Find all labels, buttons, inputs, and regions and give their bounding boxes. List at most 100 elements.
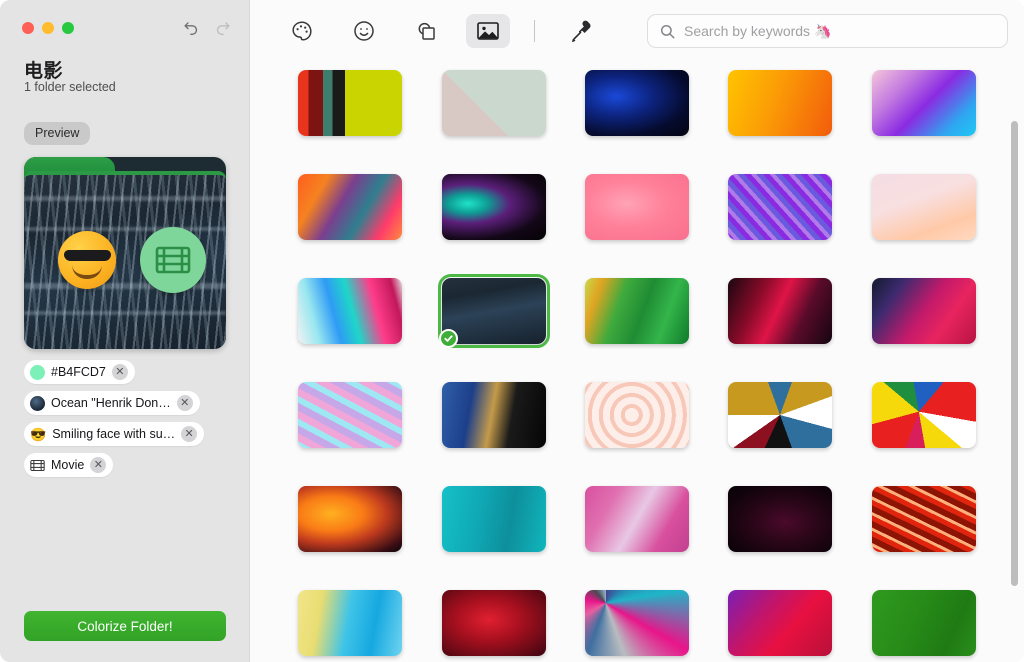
wallpaper-item[interactable] (572, 382, 702, 458)
wallpaper-item[interactable] (429, 70, 559, 146)
minimize-button[interactable] (42, 22, 54, 34)
search-bar[interactable] (647, 14, 1008, 48)
history-buttons (183, 18, 231, 35)
folder-body-shape (24, 171, 226, 349)
folder-artwork (24, 157, 226, 349)
sunglasses-emoji-icon: 😎 (30, 428, 46, 441)
main-panel (250, 0, 1024, 662)
pastel-marble-swirl[interactable] (298, 382, 402, 448)
crimson-streaks[interactable] (728, 278, 832, 344)
eyedropper-icon[interactable] (559, 14, 603, 48)
vertical-scrollbar[interactable] (1011, 74, 1018, 656)
pastel-diamond-tiles[interactable] (442, 70, 546, 136)
stripes-red-black-lime[interactable] (298, 70, 402, 136)
wave-band (24, 196, 226, 201)
film-badge-icon (140, 227, 206, 293)
undo-icon[interactable] (183, 18, 200, 35)
wallpaper-item[interactable] (572, 174, 702, 250)
wallpaper-item[interactable] (429, 174, 559, 250)
remove-tag-button[interactable]: ✕ (177, 395, 193, 411)
orange-gradient[interactable] (728, 70, 832, 136)
wallpaper-item[interactable] (715, 382, 845, 458)
wallpaper-item[interactable] (429, 590, 559, 662)
toolbar (250, 0, 1024, 62)
crimson-purple-gradient[interactable] (728, 590, 832, 656)
list-item[interactable]: #B4FCD7 ✕ (24, 360, 135, 384)
maximize-button[interactable] (62, 22, 74, 34)
wallpaper-item[interactable] (715, 70, 845, 146)
pink-watercolor[interactable] (585, 174, 689, 240)
wallpaper-item[interactable] (715, 174, 845, 250)
remove-tag-button[interactable]: ✕ (181, 426, 197, 442)
wave-band (24, 227, 226, 231)
list-item[interactable]: 😎 Smiling face with su… ✕ (24, 422, 204, 446)
purple-blue-wave[interactable] (872, 70, 976, 136)
red-velvet-waves[interactable] (442, 590, 546, 656)
deep-blue-ink[interactable] (585, 70, 689, 136)
wallpaper-item[interactable] (859, 174, 989, 250)
yellow-blue-marble[interactable] (298, 590, 402, 656)
orange-curves-dark[interactable] (298, 486, 402, 552)
wallpaper-item[interactable] (285, 278, 415, 354)
wallpaper-item[interactable] (285, 486, 415, 562)
image-thumbnail-icon (30, 396, 45, 411)
wallpaper-item[interactable] (572, 486, 702, 562)
wallpaper-item[interactable] (859, 70, 989, 146)
palette-icon[interactable] (280, 14, 324, 48)
wallpaper-item[interactable] (715, 590, 845, 662)
geometric-triangles[interactable] (728, 382, 832, 448)
purple-brush-strokes[interactable] (728, 174, 832, 240)
tag-label: #B4FCD7 (51, 365, 106, 379)
colorful-paint-splash[interactable] (872, 382, 976, 448)
remove-tag-button[interactable]: ✕ (90, 457, 106, 473)
color-blocks-grid[interactable] (585, 590, 689, 656)
blue-gold-glitter[interactable] (442, 382, 546, 448)
teal-black-crystal[interactable] (442, 174, 546, 240)
teal-texture[interactable] (442, 486, 546, 552)
list-item[interactable]: Ocean "Henrik Don… ✕ (24, 391, 200, 415)
folder-preview[interactable] (24, 157, 226, 349)
colorize-folder-button[interactable]: Colorize Folder! (24, 611, 226, 641)
green-marble[interactable] (585, 278, 689, 344)
dark-maroon-abstract[interactable] (728, 486, 832, 552)
wallpaper-item[interactable] (429, 382, 559, 458)
wallpaper-item[interactable] (859, 590, 989, 662)
wallpaper-item[interactable] (429, 278, 559, 354)
search-input[interactable] (684, 23, 995, 39)
peach-swirl-rings[interactable] (585, 382, 689, 448)
wallpaper-gallery (250, 62, 1024, 662)
wallpaper-item[interactable] (715, 278, 845, 354)
peach-soft-gradient[interactable] (872, 174, 976, 240)
wallpaper-item[interactable] (572, 278, 702, 354)
wallpaper-item[interactable] (285, 70, 415, 146)
wallpaper-item[interactable] (285, 174, 415, 250)
wallpaper-item[interactable] (715, 486, 845, 562)
rainbow-flow[interactable] (298, 278, 402, 344)
remove-tag-button[interactable]: ✕ (112, 364, 128, 380)
close-button[interactable] (22, 22, 34, 34)
wallpaper-item[interactable] (572, 590, 702, 662)
magenta-blue-gradient[interactable] (872, 278, 976, 344)
page-title: 电影 (24, 56, 63, 83)
wallpaper-item[interactable] (572, 70, 702, 146)
wallpaper-item[interactable] (285, 590, 415, 662)
wallpaper-item[interactable] (859, 486, 989, 562)
pink-marble-flow[interactable] (585, 486, 689, 552)
wallpaper-item[interactable] (859, 382, 989, 458)
list-item[interactable]: Movie ✕ (24, 453, 113, 477)
green-leaf-texture[interactable] (872, 590, 976, 656)
orange-abstract-paint[interactable] (298, 174, 402, 240)
image-icon[interactable] (466, 14, 510, 48)
wallpaper-item[interactable] (285, 382, 415, 458)
wallpaper-item[interactable] (429, 486, 559, 562)
emoji-icon[interactable] (342, 14, 386, 48)
wave-band (24, 311, 226, 315)
wallpaper-grid (250, 66, 1024, 662)
scrollbar-thumb[interactable] (1011, 121, 1018, 587)
red-lava-marble[interactable] (872, 486, 976, 552)
tag-label: Movie (51, 458, 84, 472)
wallpaper-item[interactable] (859, 278, 989, 354)
shapes-icon[interactable] (404, 14, 448, 48)
redo-icon[interactable] (214, 18, 231, 35)
search-icon (660, 24, 675, 39)
